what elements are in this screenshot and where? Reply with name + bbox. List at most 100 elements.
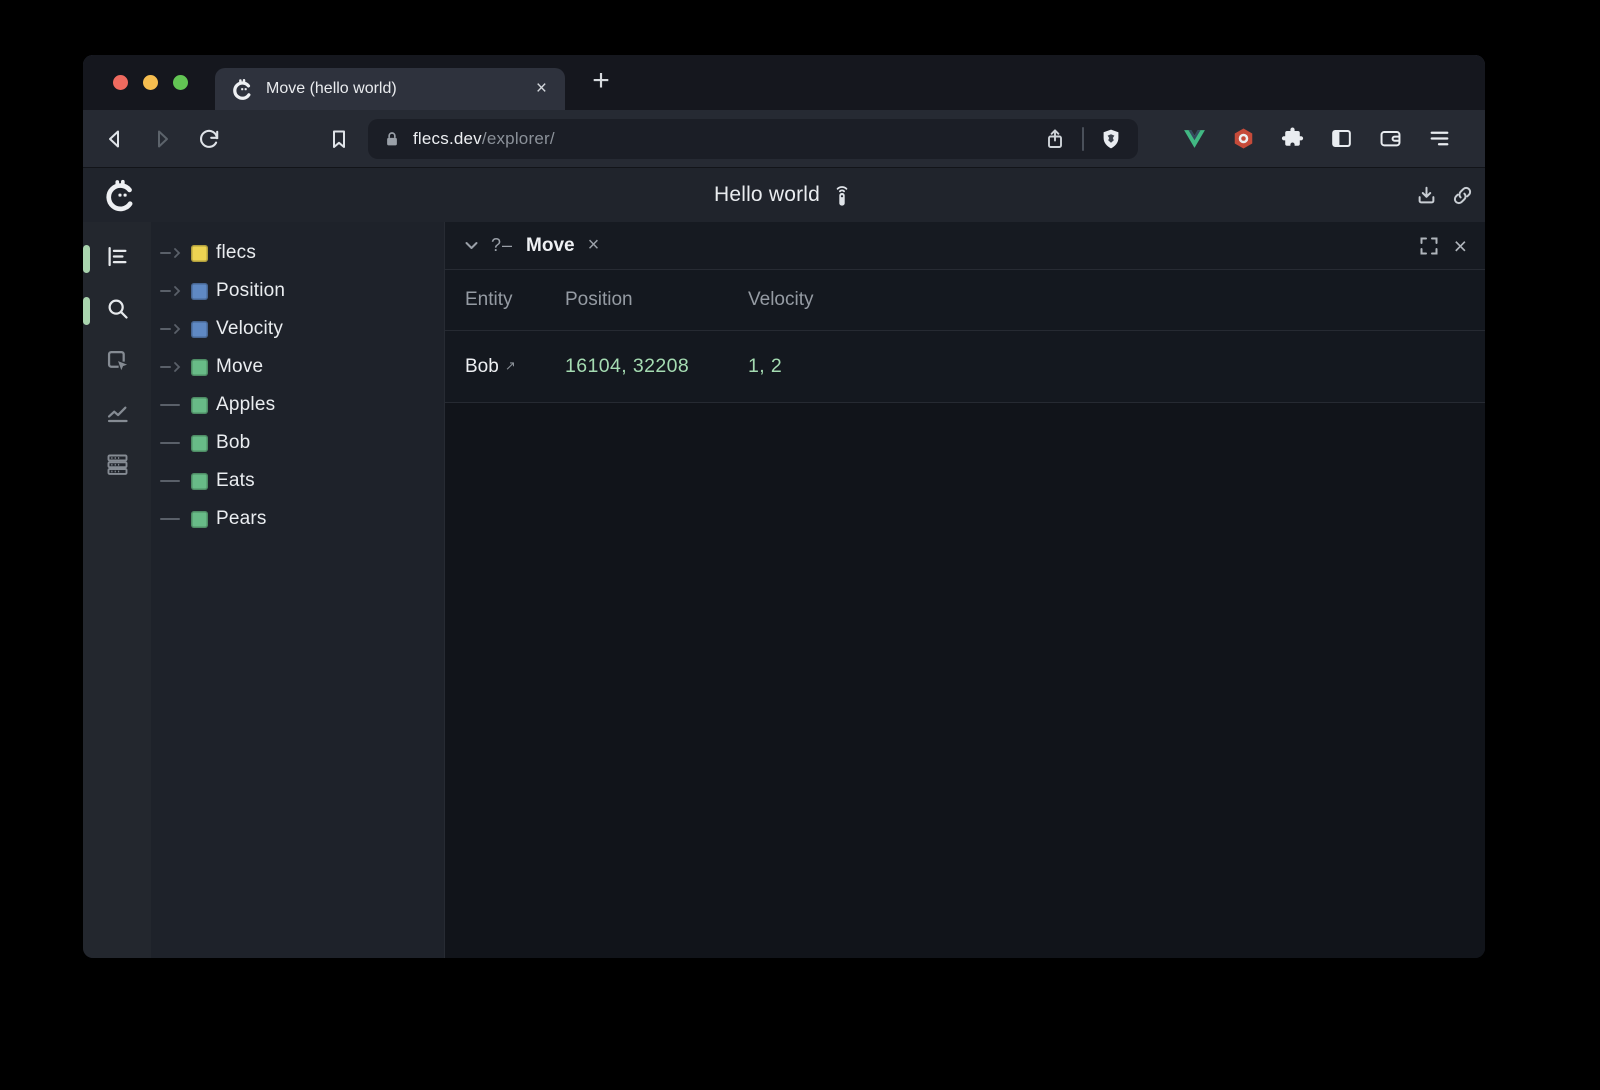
url-bar-actions	[1043, 127, 1123, 151]
tree-item-eats[interactable]: Eats	[151, 462, 444, 500]
sidebar-toggle-icon[interactable]	[1329, 126, 1354, 151]
browser-tab[interactable]: Move (hello world) ×	[215, 68, 565, 110]
tree-item-velocity[interactable]: Velocity	[151, 310, 444, 348]
reload-button[interactable]	[197, 127, 221, 151]
panel-rail	[83, 222, 151, 958]
entity-name[interactable]: Bob	[465, 356, 499, 377]
app-header: Hello world	[83, 167, 1485, 222]
tab-bar: Move (hello world) × +	[83, 55, 1485, 110]
url-bar[interactable]: flecs.dev/explorer/	[368, 119, 1138, 159]
tree-item-label: Position	[216, 280, 285, 302]
app-content: flecs Position Velocity Move	[83, 222, 1485, 958]
fullscreen-icon[interactable]	[1419, 236, 1439, 256]
chart-panel-icon[interactable]	[103, 398, 131, 426]
extensions-puzzle-icon[interactable]	[1280, 126, 1305, 151]
close-window-button[interactable]	[113, 75, 128, 90]
tree-item-label: Pears	[216, 508, 267, 530]
tree-item-flecs[interactable]: flecs	[151, 234, 444, 272]
lock-icon	[383, 130, 401, 148]
back-button[interactable]	[103, 127, 127, 151]
open-entity-icon[interactable]: ↗	[505, 358, 516, 373]
extensions-row	[1182, 126, 1452, 151]
new-tab-button[interactable]: +	[583, 62, 619, 102]
url-path: /explorer/	[482, 129, 555, 148]
column-header-velocity[interactable]: Velocity	[748, 289, 1465, 311]
header-actions	[1414, 168, 1475, 222]
leaf-connector	[160, 480, 182, 482]
entity-color-swatch	[191, 283, 208, 300]
expand-arrow-icon[interactable]	[160, 323, 182, 335]
entity-cell: Bob ↗	[465, 356, 565, 378]
download-icon[interactable]	[1414, 183, 1439, 208]
query-glyph: ?–	[491, 235, 513, 256]
leaf-connector	[160, 442, 182, 444]
entity-color-swatch	[191, 435, 208, 452]
wallet-icon[interactable]	[1378, 126, 1403, 151]
entity-color-swatch	[191, 321, 208, 338]
tree-item-label: Apples	[216, 394, 275, 416]
query-title: Move	[526, 235, 575, 257]
leaf-connector	[160, 518, 182, 520]
tree-item-pears[interactable]: Pears	[151, 500, 444, 538]
browser-toolbar: flecs.dev/explorer/	[83, 110, 1485, 167]
tab-title: Move (hello world)	[266, 80, 534, 98]
page-title: Hello world	[714, 183, 820, 207]
panel-empty-area	[445, 403, 1485, 958]
bookmark-icon[interactable]	[327, 127, 351, 151]
tree-item-label: flecs	[216, 242, 256, 264]
entity-color-swatch	[191, 397, 208, 414]
minimize-window-button[interactable]	[143, 75, 158, 90]
stats-panel-icon[interactable]	[103, 450, 131, 478]
tree-item-move[interactable]: Move	[151, 348, 444, 386]
velocity-value: 1, 2	[748, 355, 1465, 378]
hexagon-extension-icon[interactable]	[1231, 126, 1256, 151]
query-close-icon[interactable]: ×	[588, 234, 600, 257]
tree-item-label: Eats	[216, 470, 255, 492]
browser-window: Move (hello world) × +	[83, 55, 1485, 958]
tree-item-position[interactable]: Position	[151, 272, 444, 310]
brave-shield-icon[interactable]	[1099, 127, 1123, 151]
entity-color-swatch	[191, 359, 208, 376]
column-header-entity[interactable]: Entity	[465, 289, 565, 311]
table-row[interactable]: Bob ↗ 16104, 32208 1, 2	[445, 331, 1485, 403]
remote-connection-icon[interactable]	[830, 182, 854, 208]
expand-arrow-icon[interactable]	[160, 361, 182, 373]
panel-actions: ×	[1419, 236, 1467, 256]
desktop: Move (hello world) × +	[0, 0, 1600, 1090]
tab-close-icon[interactable]: ×	[534, 78, 549, 100]
zoom-window-button[interactable]	[173, 75, 188, 90]
url-host: flecs.dev	[413, 129, 482, 148]
share-icon[interactable]	[1043, 127, 1067, 151]
position-value: 16104, 32208	[565, 355, 748, 378]
entity-tree: flecs Position Velocity Move	[151, 222, 445, 958]
leaf-connector	[160, 404, 182, 406]
entity-color-swatch	[191, 473, 208, 490]
tree-item-apples[interactable]: Apples	[151, 386, 444, 424]
results-table-header: Entity Position Velocity	[445, 270, 1485, 331]
chevron-down-icon[interactable]	[463, 237, 480, 254]
active-panel-indicator-query	[83, 297, 90, 325]
traffic-lights	[113, 75, 188, 90]
url-text: flecs.dev/explorer/	[413, 129, 555, 149]
inspector-panel-icon[interactable]	[103, 346, 131, 374]
column-header-position[interactable]: Position	[565, 289, 748, 311]
active-panel-indicator-tree	[83, 245, 90, 273]
tree-item-bob[interactable]: Bob	[151, 424, 444, 462]
divider	[1082, 127, 1084, 151]
query-panel-header: ?– Move × ×	[445, 222, 1485, 270]
flecs-favicon-icon	[231, 78, 254, 101]
tree-item-label: Velocity	[216, 318, 283, 340]
search-panel-icon[interactable]	[103, 294, 131, 322]
expand-arrow-icon[interactable]	[160, 247, 182, 259]
tree-item-label: Bob	[216, 432, 250, 454]
expand-arrow-icon[interactable]	[160, 285, 182, 297]
page-title-wrap: Hello world	[83, 168, 1485, 222]
tree-item-label: Move	[216, 356, 263, 378]
entity-color-swatch	[191, 245, 208, 262]
tree-panel-icon[interactable]	[103, 242, 131, 270]
link-icon[interactable]	[1450, 183, 1475, 208]
forward-button[interactable]	[150, 127, 174, 151]
vue-devtools-icon[interactable]	[1182, 126, 1207, 151]
panel-close-icon[interactable]: ×	[1454, 236, 1467, 256]
menu-icon[interactable]	[1427, 126, 1452, 151]
